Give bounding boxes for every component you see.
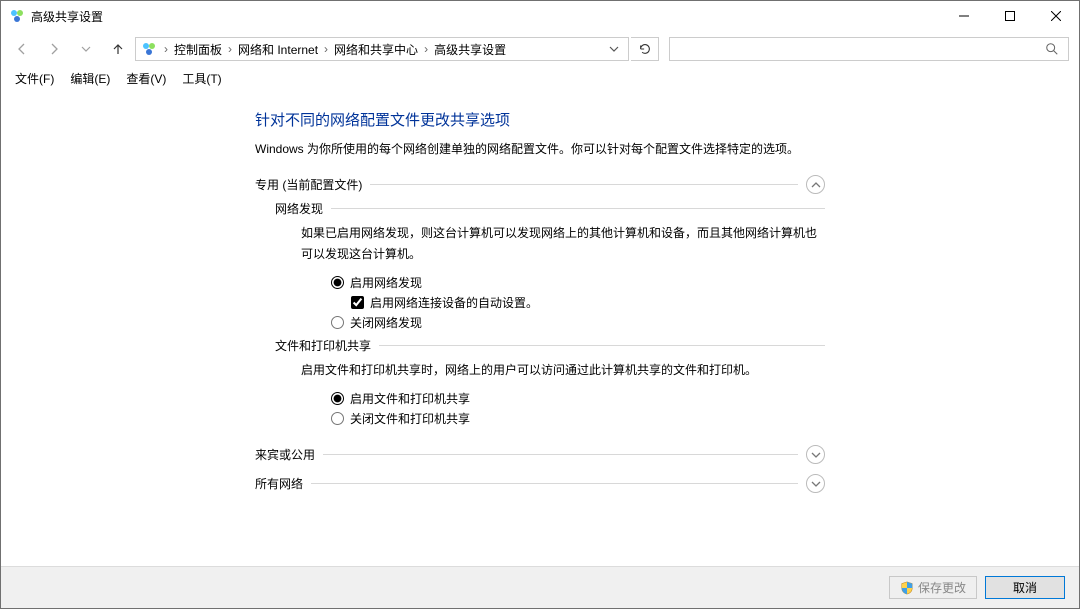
divider	[323, 454, 798, 455]
breadcrumb-item[interactable]: 控制面板	[170, 41, 226, 58]
address-bar[interactable]: › 控制面板 › 网络和 Internet › 网络和共享中心 › 高级共享设置	[135, 37, 629, 61]
profile-guest-header[interactable]: 来宾或公用	[255, 445, 825, 464]
back-button[interactable]	[7, 35, 37, 63]
collapse-icon[interactable]	[806, 175, 825, 194]
save-button[interactable]: 保存更改	[889, 576, 977, 599]
menu-view[interactable]: 查看(V)	[118, 68, 174, 89]
profile-guest-label: 来宾或公用	[255, 446, 315, 463]
maximize-button[interactable]	[987, 1, 1033, 31]
chevron-right-icon[interactable]: ›	[226, 42, 234, 56]
search-box[interactable]	[669, 37, 1069, 61]
divider	[370, 184, 798, 185]
close-button[interactable]	[1033, 1, 1079, 31]
menu-bar: 文件(F) 编辑(E) 查看(V) 工具(T)	[1, 67, 1079, 89]
address-dropdown[interactable]	[602, 38, 626, 60]
radio-netdisc-off[interactable]: 关闭网络发现	[331, 314, 825, 331]
radio-input[interactable]	[331, 316, 344, 329]
fileshare-desc: 启用文件和打印机共享时，网络上的用户可以访问通过此计算机共享的文件和打印机。	[301, 360, 825, 380]
section-file-share: 文件和打印机共享	[275, 337, 825, 354]
content-area: 针对不同的网络配置文件更改共享选项 Windows 为你所使用的每个网络创建单独…	[1, 89, 1079, 566]
shield-icon	[900, 581, 914, 595]
divider	[379, 345, 825, 346]
radio-input[interactable]	[331, 392, 344, 405]
section-title: 网络发现	[275, 200, 323, 217]
netdisc-desc: 如果已启用网络发现，则这台计算机可以发现网络上的其他计算机和设备，而且其他网络计…	[301, 223, 825, 264]
forward-button[interactable]	[39, 35, 69, 63]
check-netdisc-auto[interactable]: 启用网络连接设备的自动设置。	[351, 294, 825, 311]
nav-row: › 控制面板 › 网络和 Internet › 网络和共享中心 › 高级共享设置	[1, 31, 1079, 67]
page-heading: 针对不同的网络配置文件更改共享选项	[255, 109, 825, 130]
menu-tools[interactable]: 工具(T)	[174, 68, 229, 89]
chevron-right-icon[interactable]: ›	[422, 42, 430, 56]
search-icon[interactable]	[1040, 38, 1064, 60]
checkbox-label: 启用网络连接设备的自动设置。	[370, 294, 538, 311]
radio-fileshare-on[interactable]: 启用文件和打印机共享	[331, 390, 825, 407]
button-label: 保存更改	[918, 579, 966, 596]
address-icon	[140, 40, 158, 58]
section-title: 文件和打印机共享	[275, 337, 371, 354]
chevron-right-icon[interactable]: ›	[162, 42, 170, 56]
expand-icon[interactable]	[806, 445, 825, 464]
minimize-button[interactable]	[941, 1, 987, 31]
profile-private-header[interactable]: 专用 (当前配置文件)	[255, 175, 825, 194]
profile-all-label: 所有网络	[255, 475, 303, 492]
button-label: 取消	[1013, 579, 1037, 596]
checkbox-input[interactable]	[351, 296, 364, 309]
refresh-button[interactable]	[631, 37, 659, 61]
titlebar: 高级共享设置	[1, 1, 1079, 31]
radio-input[interactable]	[331, 412, 344, 425]
section-network-discovery: 网络发现	[275, 200, 825, 217]
app-icon	[9, 8, 25, 24]
radio-input[interactable]	[331, 276, 344, 289]
radio-label: 启用文件和打印机共享	[350, 390, 470, 407]
page-subtext: Windows 为你所使用的每个网络创建单独的网络配置文件。你可以针对每个配置文…	[255, 140, 825, 159]
radio-label: 启用网络发现	[350, 274, 422, 291]
window-title: 高级共享设置	[31, 8, 103, 25]
profile-private-label: 专用 (当前配置文件)	[255, 176, 362, 193]
footer: 保存更改 取消	[1, 566, 1079, 608]
divider	[331, 208, 825, 209]
search-input[interactable]	[674, 40, 1040, 58]
menu-file[interactable]: 文件(F)	[7, 68, 62, 89]
recent-dropdown[interactable]	[71, 35, 101, 63]
breadcrumb-item[interactable]: 高级共享设置	[430, 41, 510, 58]
chevron-right-icon[interactable]: ›	[322, 42, 330, 56]
radio-netdisc-on[interactable]: 启用网络发现	[331, 274, 825, 291]
settings-panel: 针对不同的网络配置文件更改共享选项 Windows 为你所使用的每个网络创建单独…	[255, 103, 825, 566]
expand-icon[interactable]	[806, 474, 825, 493]
window: 高级共享设置 ›	[0, 0, 1080, 609]
breadcrumb-item[interactable]: 网络和 Internet	[234, 41, 322, 58]
breadcrumb-item[interactable]: 网络和共享中心	[330, 41, 422, 58]
profile-all-header[interactable]: 所有网络	[255, 474, 825, 493]
cancel-button[interactable]: 取消	[985, 576, 1065, 599]
radio-label: 关闭网络发现	[350, 314, 422, 331]
up-button[interactable]	[103, 35, 133, 63]
divider	[311, 483, 798, 484]
radio-fileshare-off[interactable]: 关闭文件和打印机共享	[331, 410, 825, 427]
radio-label: 关闭文件和打印机共享	[350, 410, 470, 427]
menu-edit[interactable]: 编辑(E)	[62, 68, 118, 89]
